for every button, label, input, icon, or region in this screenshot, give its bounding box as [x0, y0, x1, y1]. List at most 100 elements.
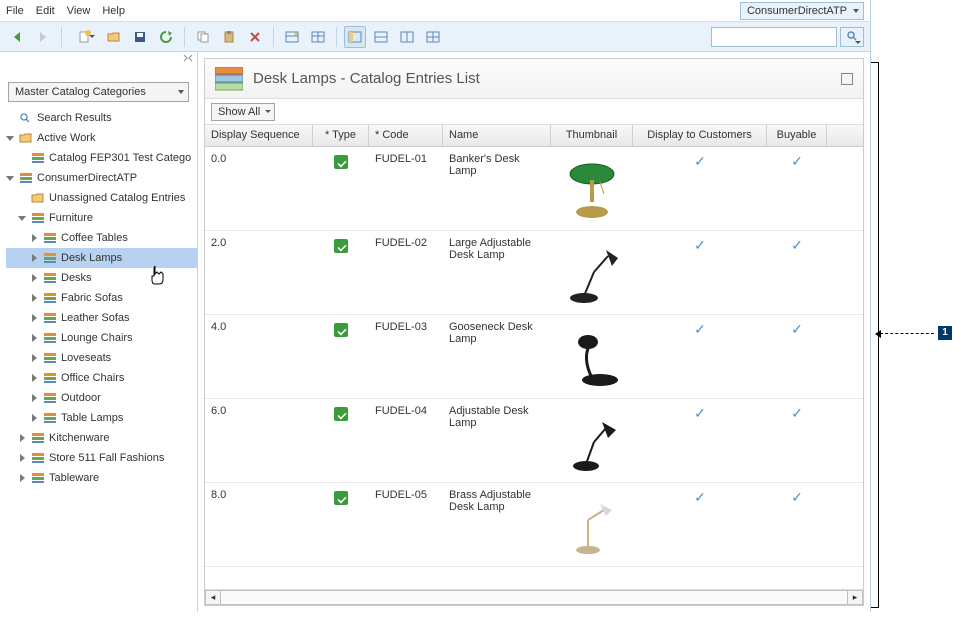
- annotation-callout: 1: [880, 326, 952, 340]
- col-display-sequence[interactable]: Display Sequence: [205, 125, 313, 146]
- search-icon: [847, 31, 858, 42]
- tree-leather-sofas[interactable]: Leather Sofas: [6, 308, 197, 328]
- category-icon: [43, 292, 57, 304]
- check-icon: ✓: [791, 237, 803, 253]
- scroll-track[interactable]: [221, 590, 847, 605]
- tree-fabric-sofas[interactable]: Fabric Sofas: [6, 288, 197, 308]
- category-icon: [31, 472, 45, 484]
- tree-desks[interactable]: Desks: [6, 268, 197, 288]
- tree-unassigned[interactable]: Unassigned Catalog Entries: [6, 188, 197, 208]
- col-name[interactable]: Name: [443, 125, 551, 146]
- maximize-button[interactable]: [841, 73, 853, 85]
- panel-title: Desk Lamps - Catalog Entries List: [253, 70, 480, 87]
- tree-coffee-tables[interactable]: Coffee Tables: [6, 228, 197, 248]
- tree-label: Office Chairs: [61, 372, 124, 384]
- tree-label: Leather Sofas: [61, 312, 130, 324]
- search-go-button[interactable]: [840, 27, 864, 47]
- catalog-dropdown[interactable]: Master Catalog Categories: [8, 82, 189, 102]
- search-input[interactable]: [711, 27, 837, 47]
- view2-button[interactable]: [307, 26, 329, 48]
- save-button[interactable]: [129, 26, 151, 48]
- tree-furniture[interactable]: Furniture: [6, 208, 197, 228]
- view3-button[interactable]: [344, 26, 366, 48]
- scroll-right-button[interactable]: ▸: [847, 590, 863, 605]
- menu-edit[interactable]: Edit: [36, 5, 55, 17]
- cell-buyable: ✓: [767, 399, 827, 428]
- cell-type: [313, 231, 369, 262]
- tree-loveseats[interactable]: Loveseats: [6, 348, 197, 368]
- tree-label: Unassigned Catalog Entries: [49, 192, 185, 204]
- view6-button[interactable]: [422, 26, 444, 48]
- tree-label: Furniture: [49, 212, 93, 224]
- delete-button[interactable]: [244, 26, 266, 48]
- lamp-thumbnail-icon: [564, 160, 620, 220]
- tree-search-results[interactable]: Search Results: [6, 108, 197, 128]
- forward-button[interactable]: [32, 26, 54, 48]
- tree-label: Kitchenware: [49, 432, 110, 444]
- tree-table-lamps[interactable]: Table Lamps: [6, 408, 197, 428]
- col-type[interactable]: * Type: [313, 125, 369, 146]
- col-display-customers[interactable]: Display to Customers: [633, 125, 767, 146]
- view1-button[interactable]: [281, 26, 303, 48]
- col-code[interactable]: * Code: [369, 125, 443, 146]
- store-dropdown[interactable]: ConsumerDirectATP: [740, 2, 864, 20]
- view5-button[interactable]: [396, 26, 418, 48]
- tree-lounge-chairs[interactable]: Lounge Chairs: [6, 328, 197, 348]
- table-row[interactable]: 8.0 FUDEL-05 Brass Adjustable Desk Lamp: [205, 483, 863, 567]
- col-buyable[interactable]: Buyable: [767, 125, 827, 146]
- grid-header: Display Sequence * Type * Code Name Thum…: [205, 125, 863, 147]
- cell-code: FUDEL-02: [369, 231, 443, 255]
- table-row[interactable]: 0.0 FUDEL-01 Banker's Desk Lamp: [205, 147, 863, 231]
- horizontal-scrollbar[interactable]: ◂ ▸: [205, 589, 863, 605]
- check-icon: ✓: [694, 489, 706, 505]
- sidebar-close-button[interactable]: [183, 54, 193, 67]
- menu-file[interactable]: File: [6, 5, 24, 17]
- menu-view[interactable]: View: [67, 5, 91, 17]
- menubar: File Edit View Help ConsumerDirectATP: [0, 0, 870, 22]
- tree-label: Catalog FEP301 Test Catego: [49, 152, 191, 164]
- table-row[interactable]: 2.0 FUDEL-02 Large Adjustable Desk Lamp: [205, 231, 863, 315]
- tree-label: ConsumerDirectATP: [37, 172, 137, 184]
- scroll-left-button[interactable]: ◂: [205, 590, 221, 605]
- tree-fep301[interactable]: Catalog FEP301 Test Catego: [6, 148, 197, 168]
- category-icon: [31, 212, 45, 224]
- category-icon: [19, 172, 33, 184]
- show-all-dropdown[interactable]: Show All: [211, 103, 275, 121]
- save-icon: [133, 30, 147, 44]
- cell-name: Brass Adjustable Desk Lamp: [443, 483, 551, 519]
- tree-kitchenware[interactable]: Kitchenware: [6, 428, 197, 448]
- check-icon: ✓: [694, 237, 706, 253]
- sidebar: Master Catalog Categories Search Results…: [0, 52, 198, 612]
- category-icon: [31, 152, 45, 164]
- tree-active-work[interactable]: Active Work: [6, 128, 197, 148]
- cell-seq: 4.0: [205, 315, 313, 339]
- tree-store511[interactable]: Store 511 Fall Fashions: [6, 448, 197, 468]
- cell-seq: 6.0: [205, 399, 313, 423]
- cell-display: ✓: [633, 147, 767, 176]
- table-row[interactable]: 6.0 FUDEL-04 Adjustable Desk Lamp: [205, 399, 863, 483]
- category-icon: [31, 452, 45, 464]
- cell-seq: 8.0: [205, 483, 313, 507]
- menu-help[interactable]: Help: [102, 5, 125, 17]
- open-button[interactable]: [103, 26, 125, 48]
- cell-code: FUDEL-05: [369, 483, 443, 507]
- category-icon: [43, 312, 57, 324]
- copy-button[interactable]: [192, 26, 214, 48]
- tree-desk-lamps[interactable]: Desk Lamps: [6, 248, 197, 268]
- grid-body[interactable]: 0.0 FUDEL-01 Banker's Desk Lamp: [205, 147, 863, 589]
- new-button[interactable]: [69, 26, 99, 48]
- col-thumbnail[interactable]: Thumbnail: [551, 125, 633, 146]
- tree-office-chairs[interactable]: Office Chairs: [6, 368, 197, 388]
- folder-icon: [19, 132, 33, 144]
- tree-tableware[interactable]: Tableware: [6, 468, 197, 488]
- tree-consumer[interactable]: ConsumerDirectATP: [6, 168, 197, 188]
- table-row[interactable]: 4.0 FUDEL-03 Gooseneck Desk Lamp: [205, 315, 863, 399]
- back-button[interactable]: [6, 26, 28, 48]
- tree-label: Tableware: [49, 472, 99, 484]
- tree-label: Store 511 Fall Fashions: [49, 452, 164, 464]
- paste-button[interactable]: [218, 26, 240, 48]
- tree-label: Desks: [61, 272, 92, 284]
- refresh-button[interactable]: [155, 26, 177, 48]
- view4-button[interactable]: [370, 26, 392, 48]
- tree-outdoor[interactable]: Outdoor: [6, 388, 197, 408]
